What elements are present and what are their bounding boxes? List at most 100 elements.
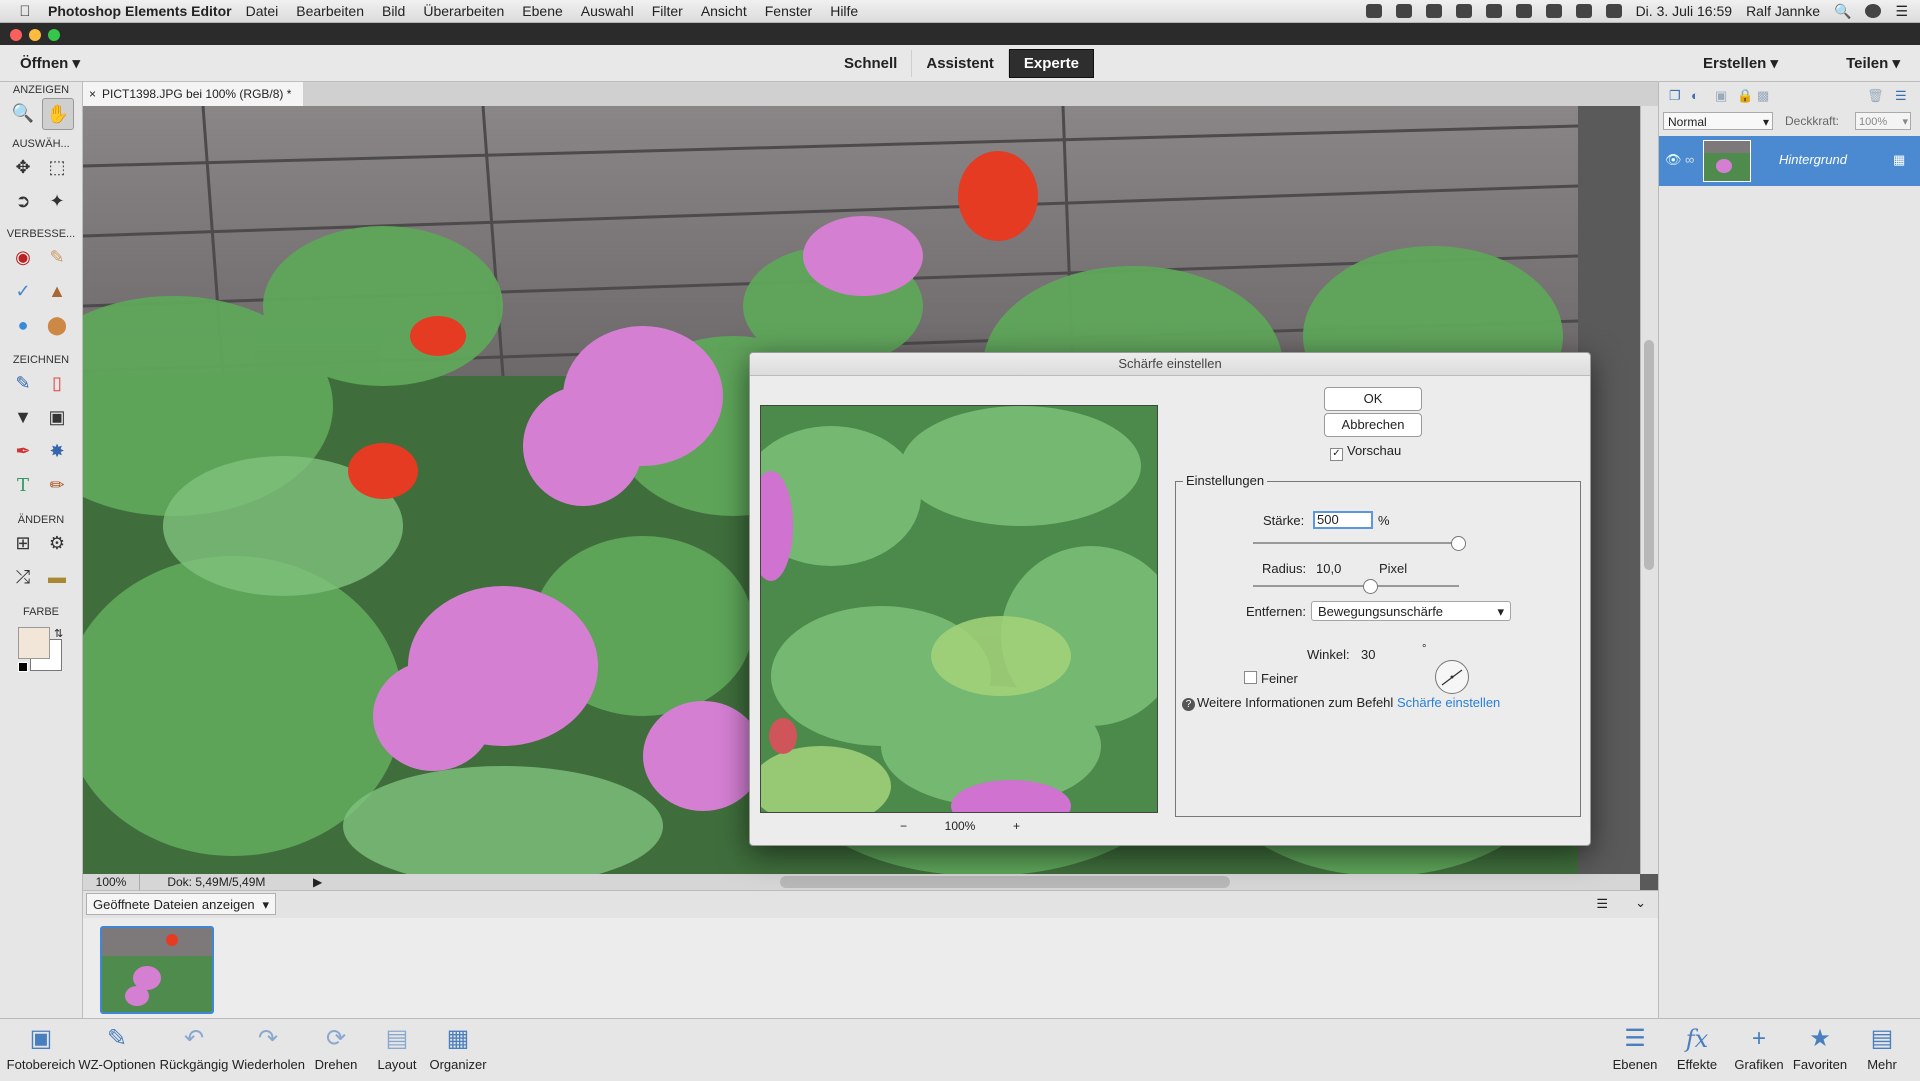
mode-expert[interactable]: Experte [1008,48,1094,78]
angle-value[interactable]: 30 [1361,647,1375,662]
help-icon[interactable]: ? [1182,698,1195,711]
amount-slider-handle[interactable] [1451,536,1466,551]
sponge-tool-icon[interactable]: ⬤ [42,310,72,340]
menu-filter[interactable]: Filter [652,3,683,19]
paint-bucket-tool-icon[interactable]: ▼ [8,402,38,432]
custom-shape-tool-icon[interactable]: ✸ [42,436,72,466]
zoom-tool-icon[interactable]: 🔍 [8,98,38,128]
blend-mode-dropdown[interactable]: Normal ▾ [1663,112,1773,130]
menu-datei[interactable]: Datei [246,3,279,19]
radius-slider-track[interactable] [1253,585,1459,587]
ok-button[interactable]: OK [1324,387,1422,411]
layer-name[interactable]: Hintergrund [1779,152,1847,167]
help-link[interactable]: Schärfe einstellen [1397,695,1500,710]
calendar-icon[interactable] [1605,4,1622,18]
siri-icon[interactable] [1865,4,1882,18]
horizontal-scroll-thumb[interactable] [780,876,1230,888]
zoom-in-button[interactable]: + [1013,819,1020,833]
radius-slider-handle[interactable] [1363,579,1378,594]
trash-icon[interactable]: 🗑 [1867,88,1884,104]
layers-button[interactable]: ☰ Ebenen [1610,1025,1660,1072]
favorites-button[interactable]: ★ Favoriten [1790,1025,1850,1072]
close-window-icon[interactable] [10,29,22,41]
recompose-tool-icon[interactable]: ⚙ [42,528,72,558]
photo-bin-button[interactable]: ▣ Fotobereich [4,1025,78,1072]
straighten-tool-icon[interactable]: ▬ [42,562,72,592]
notification-center-icon[interactable]: ☰ [1895,3,1908,20]
bin-menu-icon[interactable]: ☰ [1596,896,1608,912]
open-button[interactable]: Öffnen ▾ [20,54,80,72]
collapse-bin-icon[interactable]: ⌄ [1635,895,1646,911]
user-name[interactable]: Ralf Jannke [1746,3,1820,19]
zoom-readout[interactable]: 100% [83,874,140,890]
spotlight-icon[interactable]: 🔍 [1834,3,1851,20]
visibility-eye-icon[interactable]: 👁 [1665,152,1682,168]
menu-fenster[interactable]: Fenster [765,3,812,19]
pencil-tool-icon[interactable]: ✏ [42,470,72,500]
status-arrow-icon[interactable]: ▶ [313,874,322,890]
mode-guided[interactable]: Assistent [912,49,1009,77]
preview-checkbox-row[interactable]: ✓ Vorschau [1330,443,1401,461]
gradient-tool-icon[interactable]: ▣ [42,402,72,432]
marquee-tool-icon[interactable]: ⬚ [42,152,72,182]
layer-lock-icon[interactable]: ▦ [1893,152,1905,168]
preview-pane[interactable] [760,405,1158,813]
amount-input[interactable]: 500 [1313,511,1373,529]
menu-ebene[interactable]: Ebene [522,3,562,19]
bin-thumbnail[interactable] [100,926,214,1014]
maximize-window-icon[interactable] [48,29,60,41]
opacity-field[interactable]: 100% ▾ [1855,112,1911,130]
share-menu[interactable]: Teilen ▾ [1812,54,1900,72]
radius-value[interactable]: 10,0 [1316,561,1341,576]
swap-colors-icon[interactable]: ⇅ [54,627,63,640]
bin-source-dropdown[interactable]: Geöffnete Dateien anzeigen ▾ [86,893,276,915]
default-colors-icon[interactable] [18,662,28,672]
smart-brush-tool-icon[interactable]: ✓ [8,276,38,306]
finer-checkbox-row[interactable]: Feiner [1244,671,1298,686]
menu-auswahl[interactable]: Auswahl [581,3,634,19]
close-tab-icon[interactable]: × [89,87,96,101]
blur-tool-icon[interactable]: ● [8,310,38,340]
clone-stamp-tool-icon[interactable]: ▲ [42,276,72,306]
lasso-tool-icon[interactable]: ➲ [8,186,38,216]
angle-dial[interactable] [1435,660,1469,694]
zoom-out-button[interactable]: − [900,819,907,833]
adjustment-layer-icon[interactable]: ◐ [1691,88,1699,103]
layer-row-background[interactable]: 👁 ∞ Hintergrund ▦ [1659,136,1920,186]
organizer-button[interactable]: ▦ Organizer [426,1025,490,1072]
rotate-button[interactable]: ⟳ Drehen [310,1025,362,1072]
eraser-tool-icon[interactable]: ▯ [42,368,72,398]
bluetooth-icon[interactable] [1485,4,1502,18]
red-eye-tool-icon[interactable]: ◉ [8,242,38,272]
redo-button[interactable]: ↷ Wiederholen [232,1025,305,1072]
menu-hilfe[interactable]: Hilfe [830,3,858,19]
cancel-button[interactable]: Abbrechen [1324,413,1422,437]
foreground-color-swatch[interactable] [18,627,50,659]
preview-checkbox[interactable]: ✓ [1330,448,1343,461]
remove-dropdown[interactable]: Bewegungsunschärfe ▾ [1311,601,1511,621]
layer-link-icon[interactable]: ∞ [1685,152,1694,167]
magic-wand-tool-icon[interactable]: ✦ [42,186,72,216]
new-layer-icon[interactable]: ❐ [1669,88,1681,104]
wifi-icon[interactable] [1515,4,1532,18]
brush-tool-icon[interactable]: ✎ [8,368,38,398]
layout-button[interactable]: ▤ Layout [372,1025,422,1072]
type-tool-icon[interactable]: T [8,470,38,500]
crop-tool-icon[interactable]: ⊞ [8,528,38,558]
effects-button[interactable]: fx Effekte [1670,1025,1724,1072]
finer-checkbox[interactable] [1244,671,1257,684]
spot-healing-tool-icon[interactable]: ✎ [42,242,72,272]
mode-quick[interactable]: Schnell [830,49,913,77]
more-button[interactable]: ▤ Mehr [1860,1025,1904,1072]
lock-pixels-icon[interactable]: ▩ [1757,88,1769,104]
menu-bild[interactable]: Bild [382,3,405,19]
hand-tool-icon[interactable]: ✋ [42,98,74,130]
menu-ansicht[interactable]: Ansicht [701,3,747,19]
time-machine-icon[interactable] [1455,4,1472,18]
amount-slider-track[interactable] [1253,542,1459,544]
undo-button[interactable]: ↶ Rückgängig [158,1025,230,1072]
eyedropper-tool-icon[interactable]: ✒ [8,436,38,466]
cloud-icon[interactable] [1395,4,1412,18]
vertical-scroll-thumb[interactable] [1644,340,1654,570]
clock[interactable]: Di. 3. Juli 16:59 [1636,3,1733,19]
